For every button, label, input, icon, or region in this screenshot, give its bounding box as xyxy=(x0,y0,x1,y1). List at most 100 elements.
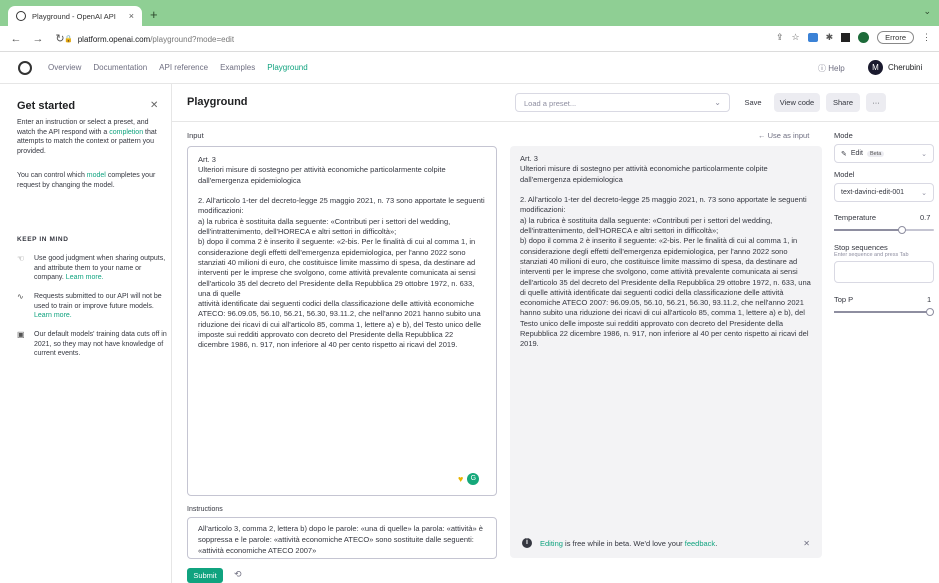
more-options-button[interactable]: ··· xyxy=(866,93,886,112)
tip-training-data: ▣ Our default models' training data cuts… xyxy=(17,330,167,359)
beta-notice-text: Editing is free while in beta. We'd love… xyxy=(540,539,717,548)
beta-badge: Beta xyxy=(866,150,885,157)
preset-select[interactable]: Load a preset... ⌄ xyxy=(515,93,730,112)
top-p-value: 1 xyxy=(927,295,932,304)
browser-tab[interactable]: Playground - OpenAI API × xyxy=(8,6,142,26)
input-textarea[interactable]: Art. 3 Ulteriori misure di sostegno per … xyxy=(187,146,497,496)
save-button[interactable]: Save xyxy=(738,93,768,112)
get-started-sidebar: Get started ✕ Enter an instruction or se… xyxy=(0,84,172,583)
browser-menu-icon[interactable]: ⋮ xyxy=(922,32,931,43)
extension-icon[interactable] xyxy=(807,33,818,42)
back-arrow-icon[interactable]: ← xyxy=(10,33,22,45)
notice-text: is free while in beta. We'd love your xyxy=(565,538,683,548)
completion-link[interactable]: completion xyxy=(109,129,143,136)
temperature-label: Temperature xyxy=(834,213,877,222)
nav-api-reference[interactable]: API reference xyxy=(159,63,208,72)
sidebar-panel-icon[interactable] xyxy=(841,33,851,42)
help-label: Help xyxy=(828,64,845,73)
stop-sequences-input[interactable] xyxy=(834,261,934,283)
profile-avatar-icon[interactable] xyxy=(858,32,870,43)
preset-placeholder: Load a preset... xyxy=(524,99,577,108)
mode-value: Edit xyxy=(850,150,863,157)
user-avatar[interactable]: M xyxy=(868,60,883,75)
close-sidebar-icon[interactable]: ✕ xyxy=(150,100,158,111)
top-p-label: Top P xyxy=(834,295,854,304)
sidebar-intro: Enter an instruction or select a preset,… xyxy=(17,118,165,156)
grammarly-icon[interactable]: G xyxy=(467,473,480,485)
heart-icon[interactable]: ♥ xyxy=(458,474,463,484)
browser-actions: ⇪ ☆ ✱ Errore ⋮ xyxy=(776,31,931,44)
mode-label: Mode xyxy=(834,131,853,140)
tab-list-chevron-icon[interactable]: ⌄ xyxy=(923,6,931,17)
nav-examples[interactable]: Examples xyxy=(220,63,255,72)
info-icon: i xyxy=(522,538,532,548)
header-divider xyxy=(172,121,939,122)
chevron-down-icon: ⌄ xyxy=(714,98,721,107)
submit-button[interactable]: Submit xyxy=(187,568,223,583)
lock-icon: 🔒 xyxy=(64,36,73,43)
nav-overview[interactable]: Overview xyxy=(48,63,81,72)
stop-sequences-label: Stop sequences xyxy=(834,243,888,252)
nav-playground[interactable]: Playground xyxy=(267,63,307,72)
puzzle-extensions-icon[interactable]: ✱ xyxy=(826,32,834,43)
model-select[interactable]: text-davinci-edit-001 ⌄ xyxy=(834,183,934,202)
top-p-slider-handle[interactable] xyxy=(926,308,934,316)
learn-more-link[interactable]: Learn more. xyxy=(66,274,104,281)
output-panel[interactable]: Art. 3 Ulteriori misure di sostegno per … xyxy=(510,146,822,558)
top-p-slider-fill xyxy=(834,311,930,313)
app-nav: Overview Documentation API reference Exa… xyxy=(0,52,939,84)
browser-tab-title: Playground - OpenAI API xyxy=(32,11,116,21)
model-value: text-davinci-edit-001 xyxy=(841,189,905,196)
help-link[interactable]: ⓘ Help xyxy=(818,63,845,74)
tip-text: Requests submitted to our API will not b… xyxy=(34,293,162,310)
temperature-slider[interactable] xyxy=(834,226,934,234)
sidebar-title: Get started xyxy=(17,100,76,112)
user-name[interactable]: Cherubini xyxy=(888,63,922,72)
beta-notice: i Editing is free while in beta. We'd lo… xyxy=(512,529,820,557)
top-p-slider[interactable] xyxy=(834,308,934,316)
nav-documentation[interactable]: Documentation xyxy=(93,63,147,72)
edit-mode-icon: ✎ xyxy=(841,150,847,158)
model-link[interactable]: model xyxy=(87,172,106,179)
temperature-slider-handle[interactable] xyxy=(898,226,906,234)
help-icon: ⓘ xyxy=(818,64,826,73)
history-icon[interactable]: ⟲ xyxy=(234,569,242,580)
chevron-down-icon: ⌄ xyxy=(921,189,927,197)
url-host: platform.openai.com xyxy=(77,34,151,44)
model-label: Model xyxy=(834,170,855,179)
editing-link[interactable]: Editing xyxy=(540,539,563,548)
temperature-value: 0.7 xyxy=(920,213,931,222)
tip-judgment: ☜ Use good judgment when sharing outputs… xyxy=(17,254,167,283)
url-path: /playground?mode=edit xyxy=(150,34,235,44)
error-button[interactable]: Errore xyxy=(877,31,914,44)
view-code-button[interactable]: View code xyxy=(774,93,820,112)
openai-logo-icon[interactable] xyxy=(18,61,32,75)
share-button[interactable]: Share xyxy=(826,93,860,112)
instructions-label: Instructions xyxy=(187,506,223,513)
learn-more-link[interactable]: Learn more. xyxy=(34,312,72,319)
tip-requests: ∿ Requests submitted to our API will not… xyxy=(17,292,167,321)
control-text: You can control which xyxy=(17,172,85,179)
feedback-link[interactable]: feedback xyxy=(685,539,715,548)
bookmark-star-icon[interactable]: ☆ xyxy=(792,32,800,43)
notice-period: . xyxy=(715,538,718,548)
temperature-slider-fill xyxy=(834,229,902,231)
tip-text: Our default models' training data cuts o… xyxy=(34,331,167,357)
share-page-icon[interactable]: ⇪ xyxy=(776,32,784,43)
page-title: Playground xyxy=(187,96,248,108)
keep-in-mind-heading: KEEP IN MIND xyxy=(17,236,69,243)
browser-toolbar: ← → ↻ 🔒 platform.openai.com /playground?… xyxy=(0,26,939,52)
instructions-textarea[interactable]: All'articolo 3, comma 2, lettera b) dopo… xyxy=(187,517,497,559)
stop-sequences-hint: Enter sequence and press Tab xyxy=(834,252,909,258)
address-bar[interactable]: 🔒 platform.openai.com /playground?mode=e… xyxy=(64,30,804,48)
activity-icon: ∿ xyxy=(17,292,24,301)
close-tab-icon[interactable]: × xyxy=(129,11,134,21)
thumbs-up-icon: ☜ xyxy=(17,254,25,263)
chevron-down-icon: ⌄ xyxy=(921,150,927,158)
use-as-input-button[interactable]: ← Use as input xyxy=(758,131,809,140)
mode-select[interactable]: ✎ Edit Beta ⌄ xyxy=(834,144,934,163)
calendar-icon: ▣ xyxy=(17,330,25,339)
new-tab-icon[interactable]: + xyxy=(150,7,158,22)
forward-arrow-icon[interactable]: → xyxy=(32,33,44,45)
close-notice-icon[interactable]: ✕ xyxy=(803,539,810,548)
